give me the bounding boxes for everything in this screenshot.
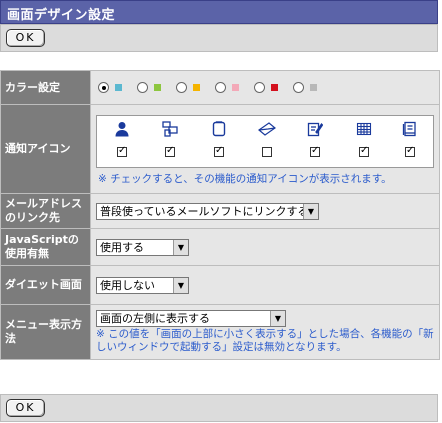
js-cell: 使用する ▼ bbox=[90, 228, 440, 266]
document-icon bbox=[395, 121, 425, 137]
settings-table: カラー設定 通知アイコン ※ チェックすると、その機能の通知アイコンが表示されま… bbox=[0, 70, 440, 360]
notify-checkbox[interactable] bbox=[165, 145, 175, 157]
notify-label: 通知アイコン bbox=[0, 104, 91, 194]
memo-icon bbox=[204, 120, 234, 137]
user-icon bbox=[107, 121, 137, 137]
chevron-down-icon: ▼ bbox=[173, 239, 188, 255]
diet-label: ダイエット画面 bbox=[0, 265, 91, 305]
group-icon bbox=[155, 120, 185, 137]
color-radio[interactable] bbox=[215, 82, 226, 93]
color-swatch bbox=[193, 84, 200, 91]
color-swatch bbox=[310, 84, 317, 91]
notify-icon-column bbox=[107, 121, 137, 157]
mail-link-select[interactable]: 普段使っているメールソフトにリンクする ▼ bbox=[96, 202, 319, 220]
notify-cell: ※ チェックすると、その機能の通知アイコンが表示されます。 bbox=[90, 104, 440, 194]
notify-checkbox[interactable] bbox=[117, 145, 127, 157]
javascript-select[interactable]: 使用する ▼ bbox=[96, 238, 189, 256]
color-radio[interactable] bbox=[293, 82, 304, 93]
color-radio[interactable] bbox=[137, 82, 148, 93]
notify-note: ※ チェックすると、その機能の通知アイコンが表示されます。 bbox=[98, 172, 392, 185]
notify-icon-column bbox=[300, 121, 330, 157]
color-radio[interactable] bbox=[98, 82, 109, 93]
mail-icon bbox=[252, 121, 282, 137]
javascript-select-value: 使用する bbox=[100, 240, 144, 254]
mail-cell: 普段使っているメールソフトにリンクする ▼ bbox=[90, 193, 440, 229]
title-bar: 画面デザイン設定 bbox=[0, 0, 438, 24]
chevron-down-icon: ▼ bbox=[270, 311, 285, 326]
bottom-button-bar: OK bbox=[0, 394, 438, 422]
color-option[interactable] bbox=[176, 82, 200, 93]
notify-icon-box bbox=[96, 114, 434, 168]
diet-cell: 使用しない ▼ bbox=[90, 265, 440, 305]
chevron-down-icon: ▼ bbox=[173, 277, 188, 293]
menu-display-select-value: 画面の左側に表示する bbox=[100, 312, 210, 325]
calendar-table-icon bbox=[349, 121, 379, 137]
color-label: カラー設定 bbox=[0, 70, 91, 105]
color-option[interactable] bbox=[98, 82, 122, 93]
color-swatch bbox=[154, 84, 161, 91]
color-options bbox=[90, 70, 440, 105]
top-button-bar: OK bbox=[0, 24, 438, 52]
color-option[interactable] bbox=[215, 82, 239, 93]
notify-icon-column bbox=[204, 120, 234, 157]
menu-label: メニュー表示方法 bbox=[0, 304, 91, 360]
notify-icon-column bbox=[395, 121, 425, 157]
color-swatch bbox=[115, 84, 122, 91]
color-radio[interactable] bbox=[176, 82, 187, 93]
menu-display-select[interactable]: 画面の左側に表示する ▼ bbox=[96, 310, 286, 327]
chevron-down-icon: ▼ bbox=[303, 203, 318, 219]
color-option[interactable] bbox=[254, 82, 278, 93]
color-radio[interactable] bbox=[254, 82, 265, 93]
notify-checkbox[interactable] bbox=[262, 146, 272, 157]
notify-checkbox[interactable] bbox=[310, 145, 320, 157]
diet-select[interactable]: 使用しない ▼ bbox=[96, 276, 189, 294]
notify-checkbox[interactable] bbox=[214, 145, 224, 157]
mail-label: メールアドレスのリンク先 bbox=[0, 193, 91, 229]
color-option[interactable] bbox=[293, 82, 317, 93]
ok-button-bottom[interactable]: OK bbox=[6, 399, 45, 417]
menu-note: ※ この値を「画面の上部に小さく表示する」とした場合、各機能の「新しいウィンドウ… bbox=[96, 328, 434, 353]
notify-icon-column bbox=[155, 120, 185, 157]
edit-icon bbox=[300, 121, 330, 137]
color-swatch bbox=[232, 84, 239, 91]
menu-cell: 画面の左側に表示する ▼ ※ この値を「画面の上部に小さく表示する」とした場合、… bbox=[90, 304, 440, 360]
mail-link-select-value: 普段使っているメールソフトにリンクする bbox=[100, 204, 309, 218]
page-title: 画面デザイン設定 bbox=[7, 8, 116, 23]
diet-select-value: 使用しない bbox=[100, 278, 155, 292]
color-option[interactable] bbox=[137, 82, 161, 93]
notify-icon-column bbox=[349, 121, 379, 157]
notify-checkbox[interactable] bbox=[359, 145, 369, 157]
js-label: JavaScriptの使用有無 bbox=[0, 228, 91, 266]
notify-icon-column bbox=[252, 121, 282, 157]
ok-button-top[interactable]: OK bbox=[6, 29, 45, 47]
color-swatch bbox=[271, 84, 278, 91]
notify-checkbox[interactable] bbox=[405, 145, 415, 157]
